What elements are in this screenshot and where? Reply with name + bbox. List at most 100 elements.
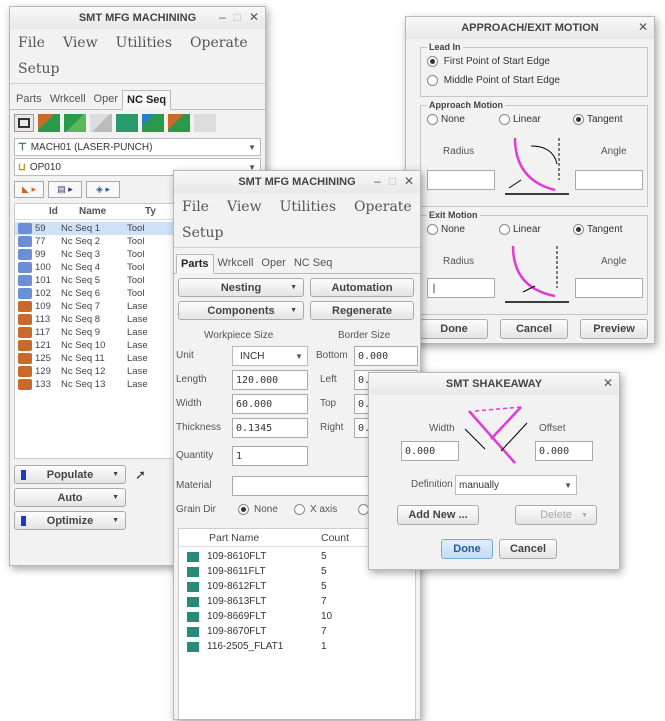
exit-radius-input[interactable]: |: [427, 278, 495, 298]
maximize-icon[interactable]: □: [234, 10, 241, 24]
middle-point-radio[interactable]: [427, 75, 438, 86]
chevron-down-icon: ▼: [112, 471, 119, 478]
tab-nc-seq[interactable]: NC Seq: [290, 254, 337, 273]
width-input[interactable]: 0.000: [401, 441, 459, 461]
column-count[interactable]: Count: [321, 532, 349, 544]
tab-parts[interactable]: Parts: [176, 254, 214, 274]
tool-seq-icon[interactable]: [14, 114, 34, 132]
laser-seq-icon[interactable]: [38, 114, 60, 132]
approach-radius-input[interactable]: [427, 170, 495, 190]
tool-dropdown[interactable]: ◈ ▸: [86, 181, 120, 198]
menu-operate[interactable]: Operate: [354, 199, 412, 215]
definition-select[interactable]: manually ▼: [455, 475, 577, 495]
bottom-input[interactable]: 0.000: [354, 346, 418, 366]
delete-button: Delete ▼: [515, 505, 597, 525]
first-point-radio[interactable]: [427, 56, 438, 67]
width-input[interactable]: 60.000: [232, 394, 308, 414]
tab-parts[interactable]: Parts: [12, 90, 46, 109]
menu-setup[interactable]: Setup: [10, 57, 265, 84]
approach-tangent-radio[interactable]: [573, 114, 584, 125]
menu-utilities[interactable]: Utilities: [280, 199, 336, 215]
pointer-icon[interactable]: ➚: [135, 467, 146, 483]
minimize-icon[interactable]: –: [374, 174, 381, 188]
list-item[interactable]: 109-8669FLT 10: [179, 609, 415, 624]
menu-operate[interactable]: Operate: [190, 35, 248, 51]
laser-sequence-icon: [18, 353, 32, 364]
grain-x-axis-radio[interactable]: [294, 504, 305, 515]
exit-linear-radio[interactable]: [499, 224, 510, 235]
nesting-button[interactable]: Nesting ▼: [178, 278, 304, 297]
quantity-input[interactable]: 1: [232, 446, 308, 466]
machine-select[interactable]: ⊤ MACH01 (LASER-PUNCH) ▼: [14, 138, 261, 156]
menu-file[interactable]: File: [18, 35, 45, 51]
minimize-icon[interactable]: –: [219, 10, 226, 24]
approach-angle-input[interactable]: [575, 170, 643, 190]
chevron-down-icon: ▼: [112, 517, 119, 524]
window-titlebar[interactable]: SMT MFG MACHINING – □ ✕: [174, 171, 420, 193]
menu-view[interactable]: View: [63, 35, 98, 51]
multi-seq-icon[interactable]: [142, 114, 164, 132]
populate-button[interactable]: Populate ▼: [14, 465, 126, 484]
view-dropdown[interactable]: ▤ ▸: [48, 181, 82, 198]
thickness-input[interactable]: 0.1345: [232, 418, 308, 438]
menu-setup[interactable]: Setup: [174, 221, 420, 248]
dialog-titlebar[interactable]: SMT SHAKEAWAY ✕: [369, 373, 619, 395]
sequence-type-dropdown[interactable]: ◣ ▸: [14, 181, 44, 198]
auto-button[interactable]: Auto ▼: [14, 488, 126, 507]
tab-nc-seq[interactable]: NC Seq: [122, 90, 172, 110]
close-icon[interactable]: ✕: [249, 10, 259, 24]
unit-select[interactable]: INCH ▼: [232, 346, 308, 366]
done-button[interactable]: Done: [420, 319, 488, 339]
row-name: Nc Seq 10: [61, 340, 106, 351]
menu-file[interactable]: File: [182, 199, 209, 215]
automation-button[interactable]: Automation: [310, 278, 414, 297]
cut-seq-icon[interactable]: [168, 114, 190, 132]
exit-tangent-radio[interactable]: [573, 224, 584, 235]
row-id: 121: [35, 340, 51, 351]
exit-angle-label: Angle: [601, 256, 627, 267]
done-button[interactable]: Done: [441, 539, 493, 559]
cancel-button[interactable]: Cancel: [499, 539, 557, 559]
approach-none-radio[interactable]: [427, 114, 438, 125]
rotate-seq-icon[interactable]: [90, 114, 112, 132]
tab-oper[interactable]: Oper: [257, 254, 289, 273]
menu-view[interactable]: View: [227, 199, 262, 215]
maximize-icon[interactable]: □: [389, 174, 396, 188]
list-item[interactable]: 116-2505_FLAT1 1: [179, 639, 415, 654]
tab-oper[interactable]: Oper: [90, 90, 122, 109]
column-id[interactable]: Id: [49, 206, 79, 217]
preview-button[interactable]: Preview: [580, 319, 648, 339]
close-icon[interactable]: ✕: [603, 376, 613, 390]
exit-none-radio[interactable]: [427, 224, 438, 235]
column-type[interactable]: Ty: [145, 206, 156, 217]
grain-none-radio[interactable]: [238, 504, 249, 515]
regenerate-button[interactable]: Regenerate: [310, 301, 414, 320]
add-new-button[interactable]: Add New ...: [397, 505, 479, 525]
row-name: Nc Seq 9: [61, 327, 101, 338]
offset-input[interactable]: 0.000: [535, 441, 593, 461]
length-input[interactable]: 120.000: [232, 370, 308, 390]
list-item[interactable]: 109-8612FLT 5: [179, 579, 415, 594]
border-size-heading: Border Size: [338, 330, 391, 341]
column-name[interactable]: Name: [79, 206, 145, 217]
close-icon[interactable]: ✕: [404, 174, 414, 188]
cancel-button[interactable]: Cancel: [500, 319, 568, 339]
menu-utilities[interactable]: Utilities: [116, 35, 172, 51]
column-part-name[interactable]: Part Name: [209, 532, 321, 544]
form-seq-icon[interactable]: [116, 114, 138, 132]
optimize-button[interactable]: Optimize ▼: [14, 511, 126, 530]
laser-sequence-icon: [18, 340, 32, 351]
row-name: Nc Seq 5: [61, 275, 101, 286]
list-item[interactable]: 109-8670FLT 7: [179, 624, 415, 639]
window-titlebar[interactable]: SMT MFG MACHINING – □ ✕: [10, 7, 265, 29]
tab-wrkcell[interactable]: Wrkcell: [214, 254, 258, 273]
close-icon[interactable]: ✕: [638, 20, 648, 34]
approach-linear-radio[interactable]: [499, 114, 510, 125]
blue-square-icon: [21, 516, 26, 526]
punch-seq-icon[interactable]: [64, 114, 86, 132]
tab-wrkcell[interactable]: Wrkcell: [46, 90, 90, 109]
dialog-titlebar[interactable]: APPROACH/EXIT MOTION ✕: [406, 17, 654, 39]
components-button[interactable]: Components ▼: [178, 301, 304, 320]
exit-angle-input[interactable]: [575, 278, 643, 298]
list-item[interactable]: 109-8613FLT 7: [179, 594, 415, 609]
